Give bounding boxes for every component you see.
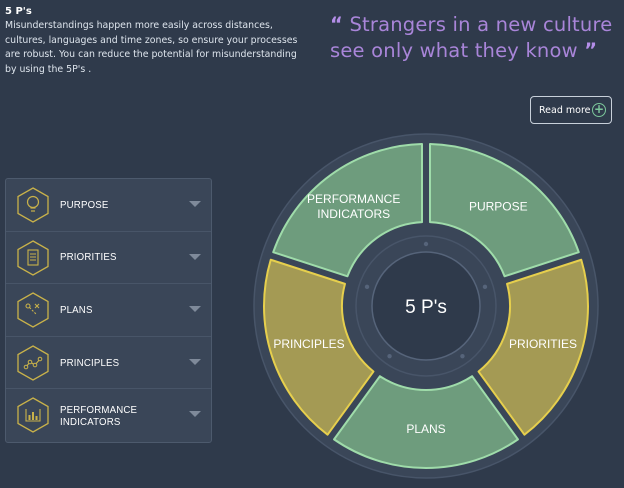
accordion-label-performance-indicators: PERFORMANCE INDICATORS bbox=[60, 403, 138, 428]
chevron-down-icon bbox=[189, 411, 201, 418]
accordion-label-plans: PLANS bbox=[60, 303, 93, 316]
quote-line-1: “ Strangers in a new culture bbox=[330, 12, 622, 38]
intro-title: 5 P's bbox=[5, 6, 32, 17]
wheel-segment-label: PURPOSE bbox=[469, 199, 528, 213]
bar-gauge-icon bbox=[17, 397, 49, 434]
accordion-item-plans[interactable]: PLANS bbox=[6, 284, 211, 337]
wheel-segment-label: PERFORMANCE INDICATORS bbox=[307, 192, 400, 221]
accordion-label-priorities: PRIORITIES bbox=[60, 251, 117, 264]
intro-text: Misunderstandings happen more easily acr… bbox=[5, 20, 298, 75]
quote-block: “ Strangers in a new culture see only wh… bbox=[330, 12, 622, 64]
ring-dot bbox=[364, 284, 370, 290]
document-list-icon bbox=[17, 239, 49, 276]
five-ps-wheel: PURPOSE PRIORITIES PLANS PRINCIPLES PERFORMA… bbox=[253, 133, 599, 479]
accordion-label-principles: PRINCIPLES bbox=[60, 356, 120, 369]
chevron-down-icon bbox=[189, 253, 201, 260]
accordion-item-purpose[interactable]: PURPOSE bbox=[6, 179, 211, 232]
ring-dot bbox=[460, 353, 465, 359]
read-more-label: Read more bbox=[539, 104, 591, 116]
quote-text-1: Strangers in a new culture bbox=[349, 13, 613, 36]
plan-route-icon bbox=[17, 292, 49, 328]
accordion-label-purpose: PURPOSE bbox=[60, 198, 109, 211]
chevron-down-icon bbox=[189, 201, 201, 207]
wheel-segment-label: PRINCIPLES bbox=[273, 337, 344, 351]
wheel-segment-label: PLANS bbox=[406, 422, 445, 436]
quote-line-2: see only what they know ” bbox=[330, 38, 622, 64]
wheel-center-label: 5 P's bbox=[405, 297, 447, 318]
close-quote-mark: ” bbox=[584, 39, 598, 62]
plus-circle-icon: + bbox=[592, 102, 606, 117]
open-quote-mark: “ bbox=[330, 13, 344, 36]
ring-dot bbox=[387, 353, 392, 359]
five-ps-accordion: PURPOSE PRIORITIES PLANS PRINCIPLES PERF… bbox=[5, 178, 212, 443]
chevron-down-icon bbox=[189, 306, 201, 313]
connected-nodes-icon bbox=[17, 345, 49, 381]
quote-text-2: see only what they know bbox=[330, 39, 578, 62]
read-more-button[interactable]: Read more + bbox=[530, 96, 612, 124]
wheel-segment-label: PRIORITIES bbox=[509, 337, 577, 351]
chevron-down-icon bbox=[189, 358, 201, 365]
accordion-item-principles[interactable]: PRINCIPLES bbox=[6, 337, 211, 390]
ring-dot bbox=[482, 284, 488, 290]
intro-section: 5 P's Misunderstandings happen more easi… bbox=[5, 6, 305, 77]
accordion-item-priorities[interactable]: PRIORITIES bbox=[6, 232, 211, 285]
lightbulb-icon bbox=[17, 187, 49, 223]
ring-dot bbox=[423, 241, 429, 247]
accordion-item-performance-indicators[interactable]: PERFORMANCE INDICATORS bbox=[6, 389, 211, 442]
